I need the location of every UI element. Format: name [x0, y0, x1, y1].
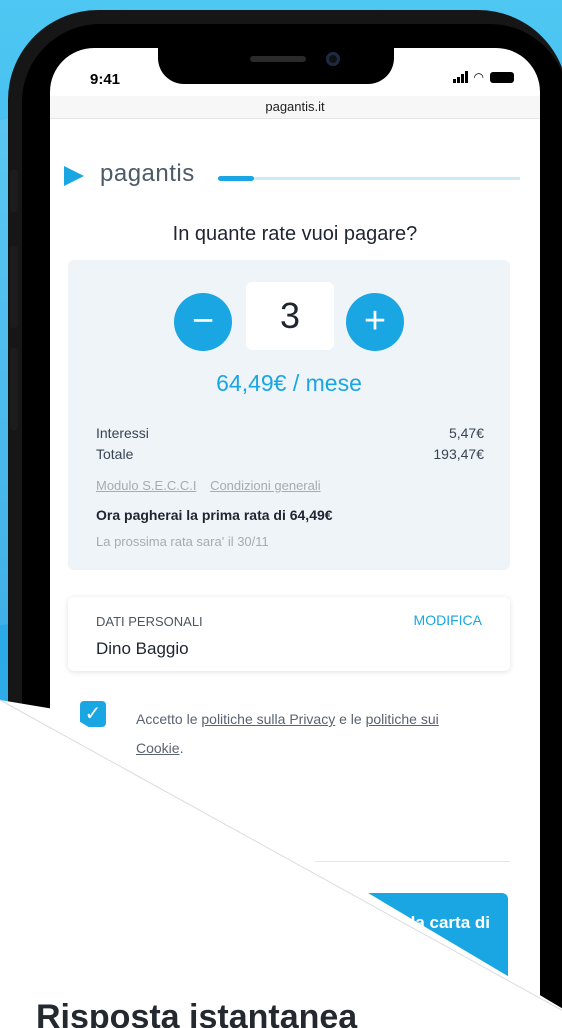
privacy-policy-link[interactable]: politiche sulla Privacy	[201, 711, 335, 727]
wifi-icon: ◠	[473, 70, 484, 84]
conditions-link[interactable]: Condizioni generali	[210, 478, 321, 493]
consent-text-part: Accetto le	[136, 711, 202, 727]
phone-screen: 9:41 ◠ pagantis.it pagantis In quante ra…	[50, 48, 540, 1028]
monthly-amount: 64,49€ / mese	[216, 370, 362, 396]
section-divider	[68, 861, 510, 862]
installments-stepper[interactable]: 3	[246, 282, 334, 350]
battery-icon	[490, 71, 514, 83]
volume-up-button	[10, 246, 18, 328]
pagantis-logo-icon	[64, 162, 86, 186]
cookie-policy-link-part-2[interactable]: Cookie	[136, 740, 180, 756]
status-time: 9:41	[90, 71, 121, 88]
url-bar[interactable]: pagantis.it	[50, 96, 540, 118]
secci-link[interactable]: Modulo S.E.C.C.I	[96, 478, 196, 493]
total-label: Totale	[96, 446, 134, 462]
consent-text-part: .	[179, 740, 184, 756]
pay-with-card-button[interactable]: la carta di	[68, 893, 508, 985]
notch	[158, 48, 394, 84]
checkout-progress-fill	[218, 176, 255, 181]
cookie-policy-link-part-1[interactable]: politiche sui	[366, 711, 439, 727]
status-icons: ◠	[452, 70, 514, 84]
url-divider	[50, 118, 540, 119]
edit-personal-data-link[interactable]: MODIFICA	[414, 612, 482, 628]
installment-plan-card: − 3 + 64,49€ / mese Interessi 5,47€ Tota…	[68, 260, 510, 570]
brand-name: pagantis	[100, 160, 195, 187]
customer-name: Dino Baggio	[96, 639, 189, 658]
total-value: 193,47€	[433, 446, 484, 462]
interest-label: Interessi	[96, 425, 149, 441]
interest-value: 5,47€	[448, 425, 484, 441]
legal-links: Modulo S.E.C.C.I Condizioni generali	[96, 478, 331, 493]
consent-checkbox[interactable]: ✓	[80, 701, 106, 727]
marketing-headline: Risposta istantanea	[36, 998, 358, 1028]
personal-data-label: DATI PERSONALI	[96, 614, 203, 629]
installments-question: In quante rate vuoi pagare?	[172, 223, 418, 245]
checkout-progress	[218, 176, 520, 181]
personal-data-card: DATI PERSONALI MODIFICA Dino Baggio	[68, 597, 510, 671]
camera-icon	[326, 52, 340, 66]
consent-text: Accetto le politiche sulla Privacy e le …	[136, 705, 516, 763]
increase-installments-button[interactable]: +	[346, 293, 404, 351]
signal-icon	[452, 71, 468, 83]
consent-text-part: e le	[335, 711, 366, 727]
pay-button-label: la carta di	[410, 913, 490, 932]
silent-switch	[10, 170, 18, 212]
brand-logo: pagantis	[64, 160, 195, 188]
volume-down-button	[10, 348, 18, 430]
next-rate-text: La prossima rata sara' il 30/11	[96, 534, 269, 549]
speaker	[250, 56, 306, 62]
decrease-installments-button[interactable]: −	[174, 293, 232, 351]
first-rate-text: Ora pagherai la prima rata di 64,49€	[96, 507, 333, 523]
